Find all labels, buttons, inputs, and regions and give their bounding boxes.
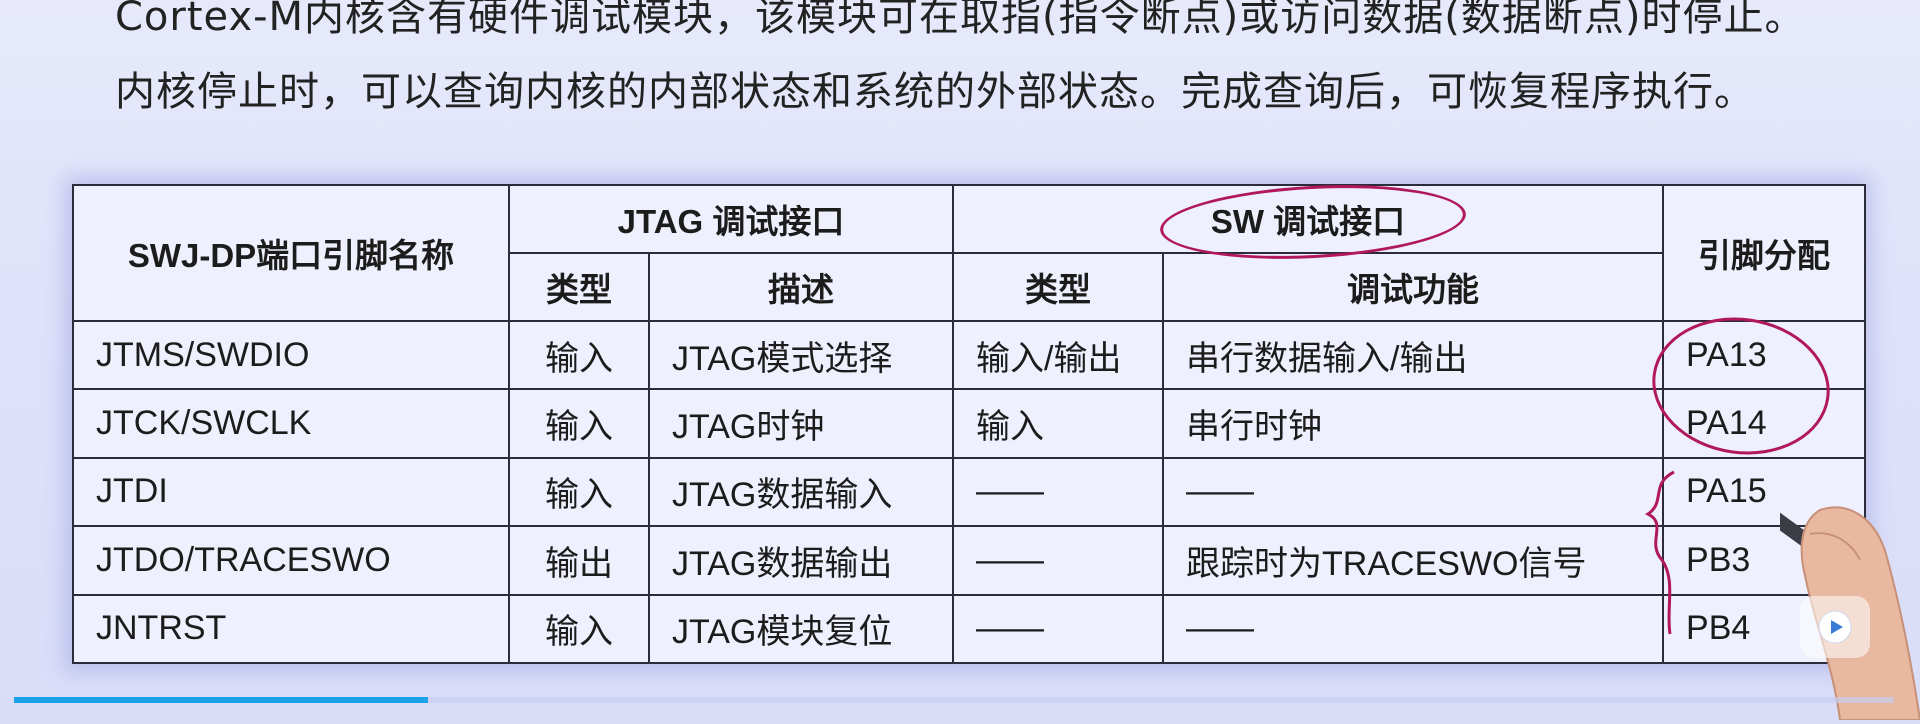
cell-jtag-type: 输入 xyxy=(508,388,650,459)
cell-sw-type: 输入 xyxy=(952,388,1165,459)
cell-name: JTMS/SWDIO xyxy=(72,319,510,391)
table-row: JTDI 输入 JTAG数据输入 —— —— PA15 xyxy=(72,456,1867,528)
cell-name: JTCK/SWCLK xyxy=(72,388,510,459)
pin-bracket-annotation xyxy=(1645,470,1675,635)
cell-jtag-desc: JTAG模式选择 xyxy=(647,319,955,391)
cell-sw-func: 串行时钟 xyxy=(1162,388,1665,459)
cell-name: JTDI xyxy=(72,456,510,528)
cell-pin: PA14 xyxy=(1662,388,1867,459)
swj-dp-pin-table: SWJ-DP端口引脚名称 JTAG 调试接口 SW 调试接口 引脚分配 类型 描… xyxy=(72,184,1867,665)
cell-jtag-desc: JTAG模块复位 xyxy=(647,593,955,665)
header-sw-func: 调试功能 xyxy=(1162,252,1665,322)
pin-table-panel: SWJ-DP端口引脚名称 JTAG 调试接口 SW 调试接口 引脚分配 类型 描… xyxy=(72,184,1867,665)
play-icon xyxy=(1818,610,1852,644)
header-jtag: JTAG 调试接口 xyxy=(507,184,955,254)
cell-jtag-type: 输入 xyxy=(508,456,650,528)
cell-sw-type: —— xyxy=(952,525,1165,596)
table-row: JTMS/SWDIO 输入 JTAG模式选择 输入/输出 串行数据输入/输出 P… xyxy=(72,319,1867,391)
cell-sw-func: 串行数据输入/输出 xyxy=(1162,319,1665,391)
intro-line-1: Cortex-M内核含有硬件调试模块，该模块可在取指(指令断点)或访问数据(数据… xyxy=(115,0,1806,40)
video-progress-bar[interactable] xyxy=(14,697,1894,703)
table-header-row: SWJ-DP端口引脚名称 JTAG 调试接口 SW 调试接口 引脚分配 xyxy=(72,184,1867,322)
header-sw-type: 类型 xyxy=(952,252,1165,322)
presenter-hand xyxy=(1780,506,1920,720)
cell-jtag-type: 输出 xyxy=(508,525,650,596)
cell-sw-func: 跟踪时为TRACESWO信号 xyxy=(1162,525,1665,596)
header-pin: 引脚分配 xyxy=(1662,184,1867,322)
intro-text: Cortex-M内核含有硬件调试模块，该模块可在取指(指令断点)或访问数据(数据… xyxy=(115,0,1875,130)
cell-sw-type: 输入/输出 xyxy=(952,319,1165,391)
cell-sw-func: —— xyxy=(1162,456,1665,528)
header-sw: SW 调试接口 xyxy=(952,184,1665,254)
cell-sw-func: —— xyxy=(1162,593,1665,665)
intro-line-2: 内核停止时，可以查询内核的内部状态和系统的外部状态。完成查询后，可恢复程序执行。 xyxy=(115,69,1755,115)
cell-name: JTDO/TRACESWO xyxy=(72,525,510,596)
cell-jtag-type: 输入 xyxy=(508,593,650,665)
video-progress-fill xyxy=(14,697,428,703)
header-jtag-desc: 描述 xyxy=(647,252,955,322)
cell-jtag-type: 输入 xyxy=(508,319,650,391)
table-row: JTDO/TRACESWO 输出 JTAG数据输出 —— 跟踪时为TRACESW… xyxy=(72,525,1867,596)
cell-name: JNTRST xyxy=(72,593,510,665)
cell-sw-type: —— xyxy=(952,593,1165,665)
play-button[interactable] xyxy=(1800,596,1870,658)
cell-jtag-desc: JTAG数据输出 xyxy=(647,525,955,596)
cell-pin: PA13 xyxy=(1662,319,1867,391)
header-port-name: SWJ-DP端口引脚名称 xyxy=(72,184,510,322)
header-jtag-type: 类型 xyxy=(508,252,650,322)
table-row: JNTRST 输入 JTAG模块复位 —— —— PB4 xyxy=(72,593,1867,665)
cell-jtag-desc: JTAG时钟 xyxy=(647,388,955,459)
cell-sw-type: —— xyxy=(952,456,1165,528)
cell-jtag-desc: JTAG数据输入 xyxy=(647,456,955,528)
table-row: JTCK/SWCLK 输入 JTAG时钟 输入 串行时钟 PA14 xyxy=(72,388,1867,459)
